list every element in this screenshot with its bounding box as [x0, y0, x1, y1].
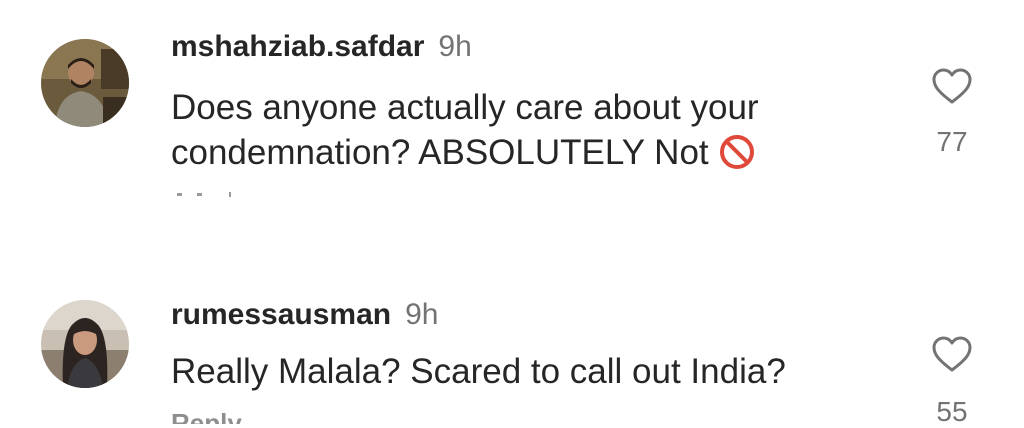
no-entry-icon [719, 135, 754, 169]
comment-header: rumessausman 9h [171, 297, 438, 333]
comment-text: Does anyone actually care about your con… [171, 85, 759, 175]
comment-item: rumessausman 9h Really Malala? Scared to … [0, 270, 1024, 427]
reply-link-clipped[interactable] [171, 192, 241, 198]
like-count: 55 [936, 396, 968, 427]
comment-text-segment: condemnation? ABSOLUTELY Not [171, 133, 709, 172]
timestamp: 9h [405, 298, 439, 331]
comment-text-line: condemnation? ABSOLUTELY Not [171, 130, 759, 175]
comment-item: mshahziab.safdar 9h Does anyone actually … [0, 0, 1024, 270]
avatar[interactable] [41, 39, 129, 127]
reply-link[interactable]: Reply [171, 410, 242, 424]
comment-header: mshahziab.safdar 9h [171, 29, 472, 65]
comment-text-line: Does anyone actually care about your [171, 88, 759, 127]
username[interactable]: rumessausman [171, 298, 391, 331]
comment-text: Really Malala? Scared to call out India? [171, 349, 786, 394]
like-control: 77 [929, 66, 975, 158]
timestamp: 9h [438, 30, 472, 63]
heart-icon[interactable] [930, 66, 974, 106]
username[interactable]: mshahziab.safdar [171, 30, 424, 63]
like-count: 77 [936, 126, 968, 157]
like-control: 55 [929, 334, 975, 428]
heart-icon[interactable] [930, 334, 974, 374]
comment-text-line: Really Malala? Scared to call out India? [171, 352, 786, 391]
avatar[interactable] [41, 300, 129, 388]
